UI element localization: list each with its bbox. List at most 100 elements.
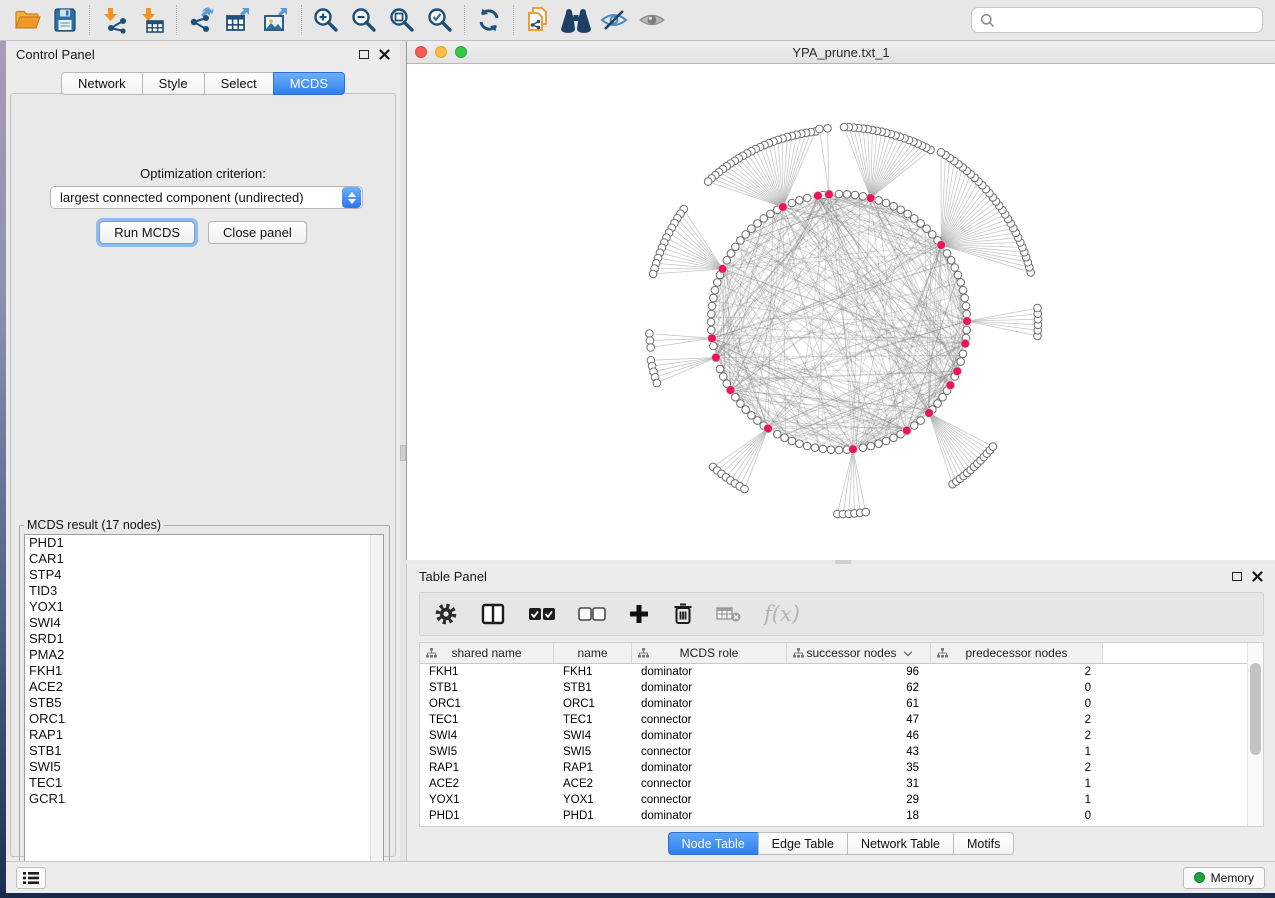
network-node[interactable] bbox=[788, 199, 796, 207]
cell-predecessor-nodes[interactable]: 0 bbox=[931, 682, 1103, 694]
network-leaf-node[interactable] bbox=[816, 125, 824, 133]
find-button[interactable] bbox=[557, 3, 595, 37]
cell-name[interactable]: FKH1 bbox=[554, 666, 632, 678]
table-row[interactable]: SWI4SWI4dominator462 bbox=[420, 728, 1263, 744]
network-node[interactable] bbox=[859, 193, 867, 201]
network-node[interactable] bbox=[867, 442, 875, 450]
network-node[interactable] bbox=[760, 215, 768, 223]
network-node[interactable] bbox=[708, 326, 716, 334]
cell-name[interactable]: ORC1 bbox=[554, 698, 632, 710]
cell-successor-nodes[interactable]: 62 bbox=[787, 682, 931, 694]
export-network-button[interactable] bbox=[182, 3, 220, 37]
cell-name[interactable]: SWI4 bbox=[554, 730, 632, 742]
cell-successor-nodes[interactable]: 96 bbox=[787, 666, 931, 678]
zoom-selected-button[interactable] bbox=[421, 3, 459, 37]
add-column-button[interactable] bbox=[628, 598, 650, 630]
network-node[interactable] bbox=[917, 417, 925, 425]
import-table-button[interactable] bbox=[133, 3, 171, 37]
cell-successor-nodes[interactable]: 29 bbox=[787, 794, 931, 806]
mcds-hub-node[interactable] bbox=[866, 194, 875, 203]
cell-MCDS-role[interactable]: dominator bbox=[632, 682, 787, 694]
cell-successor-nodes[interactable]: 46 bbox=[787, 730, 931, 742]
cell-shared-name[interactable]: YOX1 bbox=[420, 794, 554, 806]
cell-MCDS-role[interactable]: dominator bbox=[632, 698, 787, 710]
network-node[interactable] bbox=[951, 264, 959, 272]
mcds-hub-node[interactable] bbox=[953, 367, 962, 376]
mcds-hub-node[interactable] bbox=[779, 203, 788, 212]
cell-shared-name[interactable]: PHD1 bbox=[420, 810, 554, 822]
open-file-button[interactable] bbox=[8, 3, 46, 37]
search-box[interactable] bbox=[971, 7, 1263, 33]
network-node[interactable] bbox=[711, 286, 719, 294]
network-leaf-node[interactable] bbox=[653, 379, 661, 387]
tab-edge-table[interactable]: Edge Table bbox=[758, 832, 847, 855]
cell-shared-name[interactable]: TEC1 bbox=[420, 714, 554, 726]
network-node[interactable] bbox=[774, 430, 782, 438]
network-node[interactable] bbox=[963, 326, 971, 334]
delete-table-button[interactable] bbox=[716, 598, 742, 630]
mcds-result-item[interactable]: CAR1 bbox=[25, 551, 383, 567]
zoom-fit-button[interactable] bbox=[383, 3, 421, 37]
cell-name[interactable]: PHD1 bbox=[554, 810, 632, 822]
network-node[interactable] bbox=[851, 191, 859, 199]
cell-predecessor-nodes[interactable]: 2 bbox=[931, 666, 1103, 678]
cell-MCDS-role[interactable]: connector bbox=[632, 714, 787, 726]
tab-network[interactable]: Network bbox=[61, 72, 142, 95]
network-leaf-node[interactable] bbox=[1034, 304, 1042, 312]
mcds-result-item[interactable]: SWI4 bbox=[25, 615, 383, 631]
cell-name[interactable]: STB1 bbox=[554, 682, 632, 694]
mcds-hub-node[interactable] bbox=[963, 317, 972, 326]
network-node[interactable] bbox=[716, 365, 724, 373]
network-node[interactable] bbox=[910, 215, 918, 223]
tab-mcds[interactable]: MCDS bbox=[273, 72, 345, 95]
network-leaf-node[interactable] bbox=[741, 485, 749, 493]
network-node[interactable] bbox=[827, 446, 835, 454]
column-header-MCDS-role[interactable]: MCDS role bbox=[632, 643, 787, 663]
mcds-result-item[interactable]: YOX1 bbox=[25, 599, 383, 615]
cell-shared-name[interactable]: SWI4 bbox=[420, 730, 554, 742]
network-leaf-node[interactable] bbox=[649, 270, 657, 278]
network-node[interactable] bbox=[708, 302, 716, 310]
network-node[interactable] bbox=[796, 440, 804, 448]
mcds-result-item[interactable]: STB1 bbox=[25, 743, 383, 759]
network-node[interactable] bbox=[707, 318, 715, 326]
result-list-scrollbar[interactable] bbox=[370, 535, 383, 883]
mcds-hub-node[interactable] bbox=[937, 241, 946, 250]
search-input[interactable] bbox=[995, 13, 1254, 27]
clone-network-button[interactable] bbox=[519, 3, 557, 37]
function-builder-button[interactable]: f(x) bbox=[764, 598, 800, 630]
table-row[interactable]: YOX1YOX1connector291 bbox=[420, 792, 1263, 808]
cell-shared-name[interactable]: SWI5 bbox=[420, 746, 554, 758]
refresh-button[interactable] bbox=[470, 3, 508, 37]
mcds-hub-node[interactable] bbox=[718, 265, 727, 274]
mcds-result-item[interactable]: STP4 bbox=[25, 567, 383, 583]
cell-successor-nodes[interactable]: 18 bbox=[787, 810, 931, 822]
mcds-hub-node[interactable] bbox=[726, 386, 735, 395]
network-node[interactable] bbox=[803, 194, 811, 202]
cell-MCDS-role[interactable]: connector bbox=[632, 794, 787, 806]
table-row[interactable]: TEC1TEC1connector472 bbox=[420, 712, 1263, 728]
network-node[interactable] bbox=[910, 422, 918, 430]
network-leaf-node[interactable] bbox=[937, 149, 945, 157]
tab-node-table[interactable]: Node Table bbox=[668, 832, 758, 855]
network-node[interactable] bbox=[714, 279, 722, 287]
network-node[interactable] bbox=[737, 237, 745, 245]
network-node[interactable] bbox=[732, 393, 740, 401]
deselect-all-button[interactable] bbox=[578, 598, 606, 630]
cell-successor-nodes[interactable]: 35 bbox=[787, 762, 931, 774]
network-node[interactable] bbox=[959, 286, 967, 294]
network-node[interactable] bbox=[732, 243, 740, 251]
network-node[interactable] bbox=[835, 446, 843, 454]
table-row[interactable]: ACE2ACE2connector311 bbox=[420, 776, 1263, 792]
network-leaf-node[interactable] bbox=[989, 443, 997, 451]
table-row[interactable]: FKH1FKH1dominator962 bbox=[420, 664, 1263, 680]
tab-style[interactable]: Style bbox=[142, 72, 204, 95]
mcds-hub-node[interactable] bbox=[764, 424, 773, 433]
network-node[interactable] bbox=[954, 271, 962, 279]
network-node[interactable] bbox=[890, 202, 898, 210]
zoom-out-button[interactable] bbox=[345, 3, 383, 37]
network-node[interactable] bbox=[939, 393, 947, 401]
cell-shared-name[interactable]: RAP1 bbox=[420, 762, 554, 774]
network-node[interactable] bbox=[957, 358, 965, 366]
column-header-shared-name[interactable]: shared name bbox=[420, 643, 554, 663]
